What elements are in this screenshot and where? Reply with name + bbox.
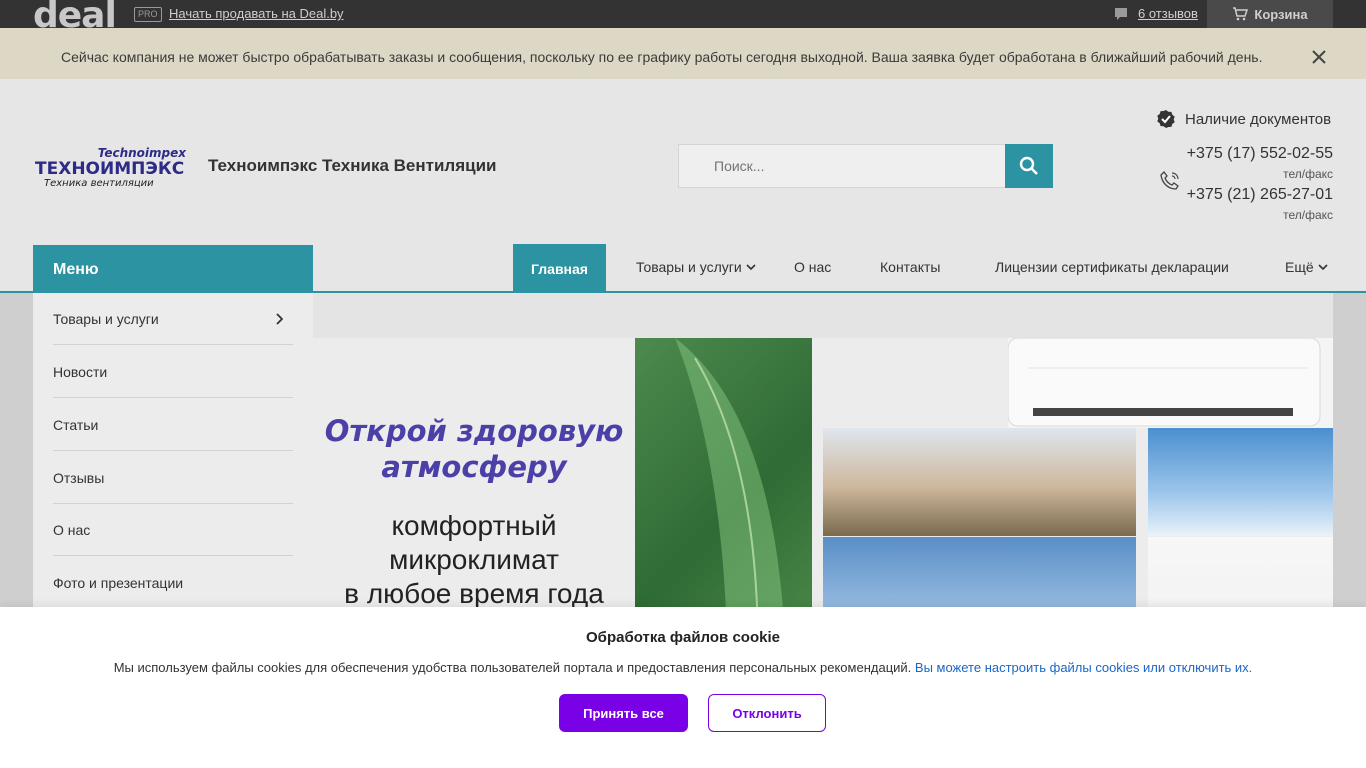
sidebar-item-label: Отзывы: [53, 469, 105, 486]
sidebar-item-news[interactable]: Новости: [53, 346, 293, 398]
sidebar-item-products[interactable]: Товары и услуги: [53, 293, 293, 345]
search-box: [678, 144, 1006, 188]
phone-label-2: тел/факс: [1283, 208, 1333, 222]
phone-icon: [1160, 171, 1179, 190]
company-name[interactable]: Техноимпэкс Техника Вентиляции: [208, 156, 497, 176]
cart-label: Корзина: [1254, 6, 1308, 22]
air-conditioner-photo: [1007, 338, 1333, 428]
cookie-title: Обработка файлов cookie: [586, 629, 780, 646]
phone-label-1: тел/факс: [1283, 167, 1333, 181]
comment-icon: [1115, 7, 1127, 20]
nav-item-about[interactable]: О нас: [794, 259, 831, 275]
verified-check-icon: [1157, 110, 1175, 128]
menu-toggle-button[interactable]: Меню: [33, 245, 313, 293]
cookie-text: Мы используем файлы cookies для обеспече…: [0, 660, 1366, 675]
search-icon: [1019, 156, 1038, 175]
close-icon[interactable]: [1310, 48, 1328, 66]
phone-number-1[interactable]: +375 (17) 552-02-55: [1187, 145, 1333, 163]
nav-item-more-label: Ещё: [1285, 259, 1314, 275]
search-input[interactable]: [679, 145, 1005, 187]
nav-item-products-label: Товары и услуги: [636, 259, 742, 275]
company-logo[interactable]: Technoimpex ТЕХНОИМПЭКС Техника вентиляц…: [34, 146, 194, 192]
sidebar-item-label: О нас: [53, 521, 91, 538]
sidebar-item-label: Фото и презентации: [53, 574, 184, 591]
sidebar-item-reviews[interactable]: Отзывы: [53, 452, 293, 504]
banner-subtitle-line-3: в любое время года: [344, 578, 604, 609]
woman-field-photo: [823, 428, 1136, 536]
documents-label: Наличие документов: [1185, 110, 1332, 128]
cookie-settings-link[interactable]: Вы можете настроить файлы cookies или от…: [915, 660, 1252, 675]
logo-line-3: Техника вентиляции: [44, 178, 154, 189]
banner-subtitle: комфортный микроклимат в любое время год…: [313, 509, 635, 611]
sidebar-item-articles[interactable]: Статьи: [53, 399, 293, 451]
documents-badge[interactable]: Наличие документов: [1156, 109, 1331, 129]
search-button[interactable]: [1005, 144, 1053, 188]
notice-text: Сейчас компания не может быстро обрабаты…: [61, 49, 1263, 65]
phone-number-2[interactable]: +375 (21) 265-27-01: [1187, 186, 1333, 204]
banner-subtitle-line-1: комфортный: [391, 510, 557, 541]
cookie-consent-panel: Обработка файлов cookie Мы используем фа…: [0, 607, 1366, 768]
closed-notice-banner: Сейчас компания не может быстро обрабаты…: [0, 28, 1366, 79]
cart-icon: [1233, 7, 1249, 21]
banner-subtitle-line-2: микроклимат: [389, 544, 559, 575]
accept-all-button[interactable]: Принять все: [559, 694, 688, 732]
nav-item-licenses[interactable]: Лицензии сертификаты декларации: [995, 259, 1229, 275]
nav-item-contacts[interactable]: Контакты: [880, 259, 940, 275]
decline-button[interactable]: Отклонить: [708, 694, 826, 732]
reviews-link[interactable]: 6 отзывов: [1114, 6, 1198, 21]
sidebar-item-label: Новости: [53, 363, 108, 380]
sky-photo: [1148, 428, 1333, 536]
logo-line-2: ТЕХНОИМПЭКС: [35, 159, 184, 179]
cart-button[interactable]: Корзина: [1207, 0, 1333, 28]
sidebar-item-label: Статьи: [53, 416, 99, 433]
logo-line-1: Technoimpex: [98, 146, 188, 160]
chevron-down-icon: [1318, 264, 1328, 271]
start-selling-link[interactable]: Начать продавать на Deal.by: [169, 6, 344, 21]
nav-item-more[interactable]: Ещё: [1285, 259, 1328, 275]
sidebar-item-photos[interactable]: Фото и презентации: [53, 557, 293, 609]
reviews-label: 6 отзывов: [1138, 6, 1198, 21]
top-bar: deal PRO Начать продавать на Deal.by 6 о…: [0, 0, 1366, 36]
sidebar-item-about[interactable]: О нас: [53, 504, 293, 556]
sidebar-item-label: Товары и услуги: [53, 310, 159, 327]
pro-badge: PRO: [134, 7, 162, 22]
chevron-right-icon: [276, 312, 283, 325]
nav-item-products[interactable]: Товары и услуги: [636, 259, 756, 275]
cookie-description: Мы используем файлы cookies для обеспече…: [113, 660, 912, 675]
chevron-down-icon: [746, 264, 756, 271]
nav-item-home[interactable]: Главная: [513, 244, 606, 293]
banner-title: Открой здоровую атмосферу: [324, 414, 624, 484]
